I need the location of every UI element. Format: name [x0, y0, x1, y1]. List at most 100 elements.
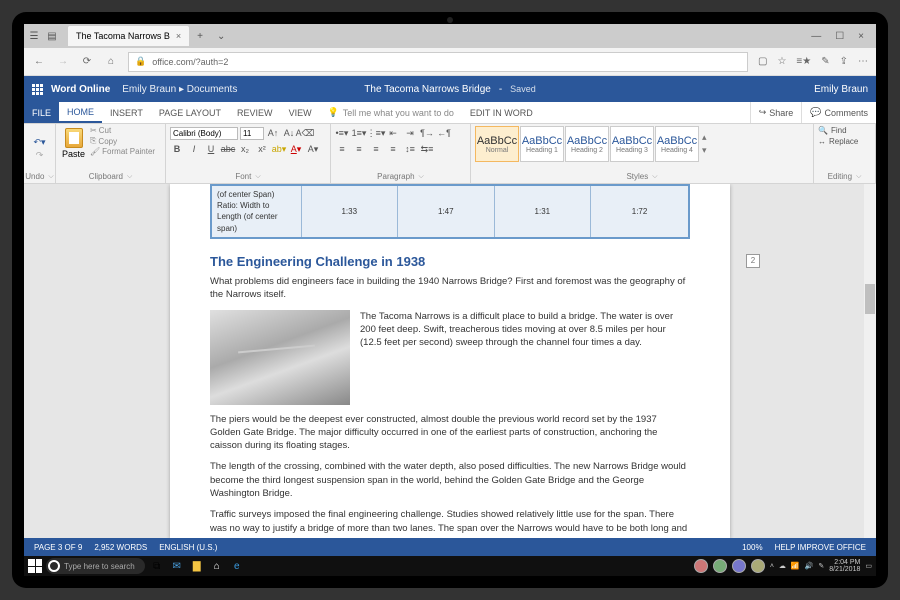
indent-button[interactable]: ⇥: [403, 126, 417, 140]
favorite-icon[interactable]: ☆: [777, 56, 786, 67]
data-table[interactable]: (of center Span) Ratio: Width to Length …: [210, 184, 690, 239]
tray-chevron-icon[interactable]: ˄: [770, 563, 774, 570]
browser-tab[interactable]: The Tacoma Narrows B ×: [68, 26, 189, 46]
style-heading4[interactable]: AaBbCcHeading 4: [655, 126, 699, 162]
tray-pen-icon[interactable]: ✎: [818, 562, 824, 570]
edit-in-word-button[interactable]: EDIT IN WORD: [462, 102, 541, 123]
heading-2[interactable]: The Engineering Challenge in 1938: [210, 253, 690, 271]
comments-button[interactable]: 💬Comments: [801, 102, 876, 123]
tab-file[interactable]: FILE: [24, 102, 59, 123]
page-indicator[interactable]: PAGE 3 OF 9: [34, 543, 82, 552]
table-cell[interactable]: 1:72: [591, 185, 689, 238]
line-spacing-button[interactable]: ↕≡: [403, 142, 417, 156]
close-tab-icon[interactable]: ×: [176, 31, 181, 41]
bullets-button[interactable]: •≡▾: [335, 126, 349, 140]
table-row-label[interactable]: (of center Span) Ratio: Width to Length …: [211, 185, 301, 238]
style-heading2[interactable]: AaBbCcHeading 2: [565, 126, 609, 162]
italic-button[interactable]: I: [187, 142, 201, 156]
breadcrumb-user[interactable]: Emily Braun: [122, 84, 176, 95]
multilevel-button[interactable]: ⋮≡▾: [369, 126, 383, 140]
start-button[interactable]: [28, 559, 42, 573]
ruler-marker[interactable]: 2: [746, 254, 760, 268]
home-button[interactable]: ⌂: [104, 56, 118, 67]
taskbar-search[interactable]: Type here to search: [46, 558, 145, 574]
paragraph[interactable]: Traffic surveys imposed the final engine…: [210, 508, 690, 538]
styles-up-icon[interactable]: ▴: [702, 132, 712, 143]
taskbar-app-edge[interactable]: e: [229, 558, 245, 574]
url-input[interactable]: 🔒 office.com/?auth=2: [128, 52, 748, 72]
tray-cloud-icon[interactable]: ☁: [779, 562, 786, 570]
align-center-button[interactable]: ≡: [352, 142, 366, 156]
tab-page-layout[interactable]: PAGE LAYOUT: [151, 102, 229, 123]
numbering-button[interactable]: 1≡▾: [352, 126, 366, 140]
redo-button[interactable]: ↷: [36, 150, 44, 161]
justify-button[interactable]: ≡: [386, 142, 400, 156]
note-icon[interactable]: ✎: [821, 56, 829, 67]
special-indent-button[interactable]: ⇆≡: [420, 142, 434, 156]
taskbar-app-explorer[interactable]: ▇: [189, 558, 205, 574]
grow-font-button[interactable]: A↑: [266, 126, 280, 140]
document-page[interactable]: (of center Span) Ratio: Width to Length …: [170, 184, 730, 538]
format-painter-button[interactable]: 🖌 Format Painter: [90, 147, 155, 156]
paste-button[interactable]: Paste: [60, 126, 87, 161]
paragraph[interactable]: The Tacoma Narrows is a difficult place …: [360, 310, 690, 405]
new-tab-button[interactable]: +: [191, 31, 209, 42]
align-right-button[interactable]: ≡: [369, 142, 383, 156]
superscript-button[interactable]: x²: [255, 142, 269, 156]
tab-review[interactable]: REVIEW: [229, 102, 281, 123]
style-normal[interactable]: AaBbCcNormal: [475, 126, 519, 162]
taskbar-app-store[interactable]: ⌂: [209, 558, 225, 574]
back-button[interactable]: ←: [32, 56, 46, 67]
word-count[interactable]: 2,952 WORDS: [94, 543, 147, 552]
share-icon[interactable]: ⇪: [840, 56, 848, 67]
language-indicator[interactable]: ENGLISH (U.S.): [159, 543, 217, 552]
highlight-button[interactable]: ab▾: [272, 142, 286, 156]
menu-icon[interactable]: ☰: [28, 30, 40, 42]
bold-button[interactable]: B: [170, 142, 184, 156]
people-avatar[interactable]: [751, 559, 765, 573]
tab-insert[interactable]: INSERT: [102, 102, 151, 123]
task-view-button[interactable]: ⧉: [149, 558, 165, 574]
forward-button[interactable]: →: [56, 56, 70, 67]
vertical-scrollbar[interactable]: [864, 184, 876, 538]
user-name[interactable]: Emily Braun: [814, 84, 868, 95]
document-image[interactable]: [210, 310, 350, 405]
paragraph[interactable]: The piers would be the deepest ever cons…: [210, 413, 690, 453]
more-font-button[interactable]: A▾: [306, 142, 320, 156]
tab-view[interactable]: VIEW: [281, 102, 320, 123]
outdent-button[interactable]: ⇤: [386, 126, 400, 140]
taskbar-app-mail[interactable]: ✉: [169, 558, 185, 574]
copy-button[interactable]: ⎘ Copy: [90, 136, 155, 146]
tab-home[interactable]: HOME: [59, 102, 102, 123]
font-family-select[interactable]: Calibri (Body): [170, 127, 238, 140]
minimize-button[interactable]: —: [811, 31, 821, 42]
tray-wifi-icon[interactable]: 📶: [791, 562, 800, 570]
style-heading1[interactable]: AaBbCcHeading 1: [520, 126, 564, 162]
favorites-list-icon[interactable]: ≡★: [796, 56, 811, 67]
people-avatar[interactable]: [732, 559, 746, 573]
tell-me-input[interactable]: Tell me what you want to do: [320, 102, 462, 123]
cut-button[interactable]: ✂ Cut: [90, 126, 155, 135]
more-icon[interactable]: ⋯: [858, 56, 868, 67]
notifications-button[interactable]: ▭: [865, 562, 872, 570]
people-avatar[interactable]: [694, 559, 708, 573]
find-button[interactable]: 🔍 Find: [818, 126, 871, 135]
styles-down-icon[interactable]: ▾: [702, 145, 712, 156]
document-title[interactable]: The Tacoma Narrows Bridge: [364, 84, 491, 95]
replace-button[interactable]: ↔ Replace: [818, 137, 871, 146]
zoom-level[interactable]: 100%: [742, 543, 762, 552]
align-left-button[interactable]: ≡: [335, 142, 349, 156]
undo-button[interactable]: ↶▾: [33, 137, 45, 148]
table-cell[interactable]: 1:31: [494, 185, 591, 238]
help-improve-link[interactable]: HELP IMPROVE OFFICE: [775, 543, 866, 552]
document-canvas[interactable]: (of center Span) Ratio: Width to Length …: [24, 184, 876, 538]
refresh-button[interactable]: ⟳: [80, 56, 94, 67]
close-window-button[interactable]: ×: [858, 31, 864, 42]
subscript-button[interactable]: x₂: [238, 142, 252, 156]
rtl-button[interactable]: ←¶: [437, 126, 451, 140]
share-button[interactable]: ↪Share: [750, 102, 802, 123]
read-mode-icon[interactable]: ▢: [758, 56, 767, 67]
taskbar-clock[interactable]: 2:04 PM 8/21/2018: [829, 559, 860, 573]
shrink-font-button[interactable]: A↓: [282, 126, 296, 140]
font-color-button[interactable]: A▾: [289, 142, 303, 156]
